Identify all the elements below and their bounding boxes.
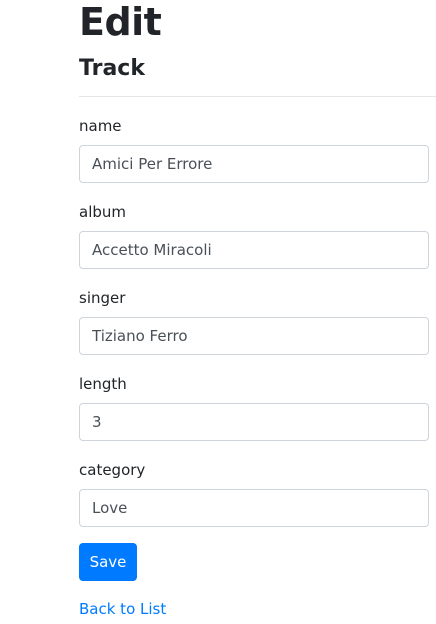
name-input[interactable]: [79, 145, 429, 183]
section-title: Track: [79, 56, 145, 81]
category-label: category: [79, 461, 146, 479]
singer-label: singer: [79, 289, 126, 307]
edit-page: Edit Track name album singer length cate…: [0, 0, 436, 624]
name-label: name: [79, 117, 122, 135]
category-input[interactable]: [79, 489, 429, 527]
divider: [79, 96, 436, 97]
length-label: length: [79, 375, 127, 393]
album-label: album: [79, 203, 126, 221]
page-title: Edit: [79, 0, 162, 44]
back-to-list-link[interactable]: Back to List: [79, 599, 166, 619]
length-input[interactable]: [79, 403, 429, 441]
save-button[interactable]: Save: [79, 543, 137, 581]
album-input[interactable]: [79, 231, 429, 269]
singer-input[interactable]: [79, 317, 429, 355]
